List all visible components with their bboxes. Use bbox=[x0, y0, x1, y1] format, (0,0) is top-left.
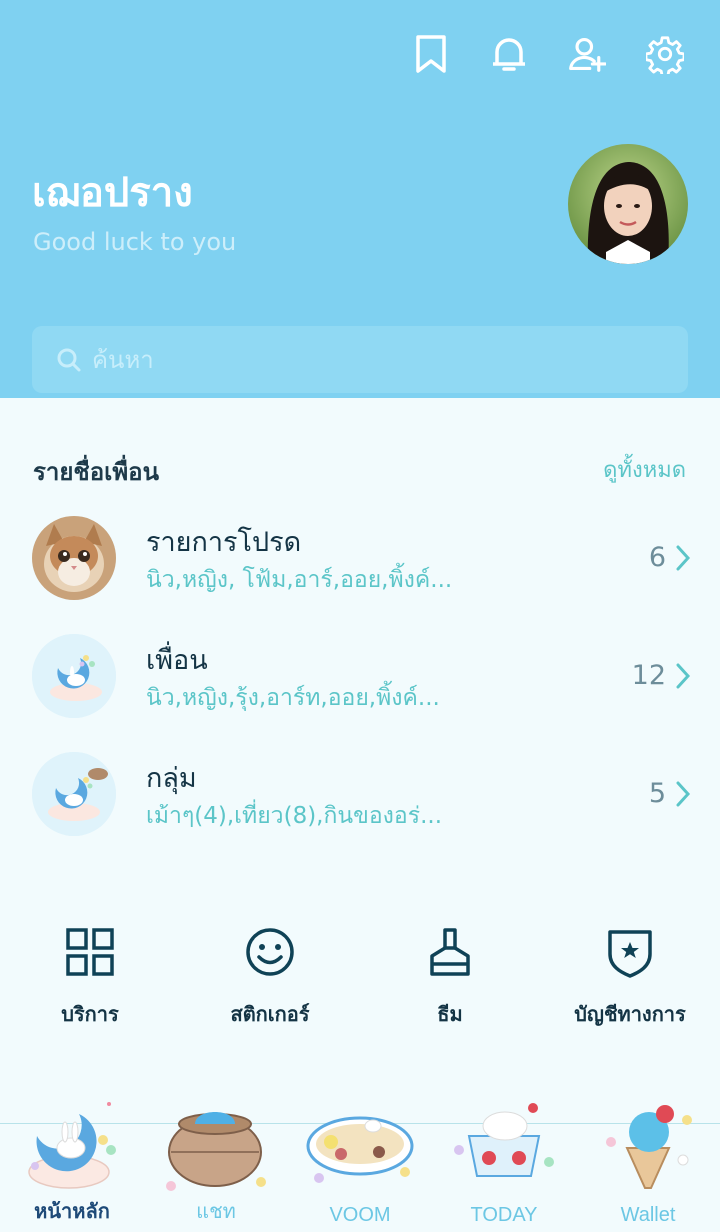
row-count: 12 bbox=[631, 660, 666, 691]
service-label: สติกเกอร์ bbox=[230, 1002, 310, 1026]
chevron-right-icon bbox=[676, 545, 691, 571]
profile-avatar[interactable] bbox=[568, 144, 688, 264]
row-title: เพื่อน bbox=[146, 645, 208, 676]
smiley-icon bbox=[246, 928, 294, 976]
shield-star-icon bbox=[608, 930, 652, 978]
search-bar[interactable]: ค้นหา bbox=[32, 326, 688, 393]
service-themes[interactable]: ธีม bbox=[360, 926, 540, 1036]
chevron-right-icon bbox=[676, 663, 691, 689]
row-count: 6 bbox=[648, 542, 666, 573]
friend-list-friends[interactable]: เพื่อน นิว,หญิง,รุ้ง,อาร์ท,ออย,พิ้งค์...… bbox=[0, 634, 720, 734]
friend-list-favorites[interactable]: รายการโปรด นิว,หญิง, โฟ้ม,อาร์,ออย,พิ้งค… bbox=[0, 516, 720, 616]
row-subtitle: นิว,หญิง, โฟ้ม,อาร์,ออย,พิ้งค์... bbox=[146, 567, 453, 593]
tab-chat[interactable]: แชท bbox=[144, 1112, 288, 1232]
gear-icon[interactable] bbox=[646, 30, 684, 78]
chat-pot-icon bbox=[166, 1112, 266, 1191]
bookmark-icon[interactable] bbox=[412, 30, 450, 78]
friend-list-groups[interactable]: กลุ่ม เม้าๆ(4),เที่ยว(8),กินของอร่... 5 bbox=[0, 752, 720, 852]
ramen-bowl-icon bbox=[306, 1116, 414, 1183]
bottom-tab-bar: หน้าหลัก แชท VOOM TODAY Wallet bbox=[0, 1102, 720, 1232]
tab-label: แชท bbox=[196, 1201, 236, 1223]
service-label: บริการ bbox=[61, 1002, 119, 1026]
search-placeholder: ค้นหา bbox=[92, 346, 154, 374]
profile-header: เฌอปราง Good luck to you ค้นหา bbox=[0, 0, 720, 398]
status-message[interactable]: Good luck to you bbox=[33, 228, 236, 256]
groups-avatar bbox=[32, 752, 116, 836]
tab-label: หน้าหลัก bbox=[34, 1201, 110, 1223]
header-toolbar bbox=[412, 30, 684, 78]
add-friend-icon[interactable] bbox=[568, 30, 606, 78]
service-label: ธีม bbox=[437, 1002, 463, 1026]
chevron-right-icon bbox=[676, 781, 691, 807]
service-services[interactable]: บริการ bbox=[0, 926, 180, 1036]
tab-label: VOOM bbox=[329, 1204, 391, 1226]
ice-cream-icon bbox=[606, 1105, 692, 1189]
tab-label: TODAY bbox=[470, 1204, 538, 1226]
favorites-avatar bbox=[32, 516, 116, 600]
strawberry-bowl-icon bbox=[454, 1103, 554, 1177]
row-subtitle: นิว,หญิง,รุ้ง,อาร์ท,ออย,พิ้งค์... bbox=[146, 685, 440, 711]
row-count: 5 bbox=[648, 778, 666, 809]
see-all-link[interactable]: ดูทั้งหมด bbox=[603, 452, 686, 487]
row-title: รายการโปรด bbox=[146, 527, 302, 558]
friends-avatar bbox=[32, 634, 116, 718]
grid-icon bbox=[66, 928, 114, 976]
bell-icon[interactable] bbox=[490, 30, 528, 78]
tab-today[interactable]: TODAY bbox=[432, 1103, 576, 1232]
tab-label: Wallet bbox=[620, 1204, 676, 1226]
service-label: บัญชีทางการ bbox=[574, 1002, 686, 1026]
service-official-accounts[interactable]: บัญชีทางการ bbox=[540, 926, 720, 1036]
row-title: กลุ่ม bbox=[146, 763, 197, 794]
friends-section-title: รายชื่อเพื่อน bbox=[33, 458, 159, 486]
brush-icon bbox=[430, 928, 470, 976]
tab-wallet[interactable]: Wallet bbox=[576, 1105, 720, 1232]
moon-bunny-icon bbox=[28, 1102, 116, 1189]
tab-home[interactable]: หน้าหลัก bbox=[0, 1102, 144, 1232]
service-stickers[interactable]: สติกเกอร์ bbox=[180, 926, 360, 1036]
tab-voom[interactable]: VOOM bbox=[288, 1116, 432, 1232]
row-subtitle: เม้าๆ(4),เที่ยว(8),กินของอร่... bbox=[146, 803, 443, 829]
profile-name[interactable]: เฌอปราง bbox=[32, 160, 193, 224]
search-icon bbox=[57, 348, 81, 371]
